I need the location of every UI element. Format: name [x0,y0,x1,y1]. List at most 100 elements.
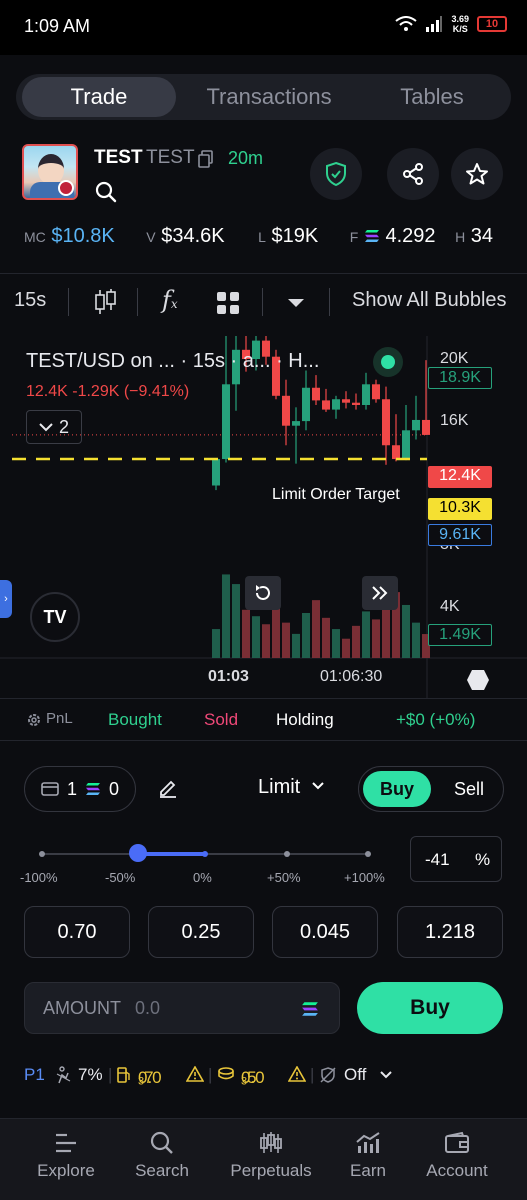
chevron-down-icon [39,422,53,431]
preset-amount-button[interactable]: 0.70 [24,906,130,958]
sell-toggle[interactable]: Sell [437,771,501,807]
volume-bar [282,622,290,658]
trade-settings-row[interactable]: P1 7% | 0.0 3 7 | 0.0 3 5 | Off [0,1062,527,1090]
signal-icon [426,16,443,32]
coin-stack-icon [218,1067,234,1080]
collapse-indicators-button[interactable]: 2 [26,410,82,444]
net-speed: 3.69 K/S [451,14,469,34]
settings-hexagon-icon[interactable] [466,669,490,691]
holders-label: H [455,229,466,245]
tab-trade[interactable]: Trade [22,77,176,117]
volume-bar [222,574,230,658]
tab-transactions[interactable]: Transactions [184,77,354,117]
nav-label: Perpetuals [230,1161,312,1180]
chevron-down-icon[interactable] [287,298,305,308]
chart-toolbar: 15s fx Show All Bubbles [0,280,527,326]
search-icon[interactable] [95,181,117,203]
copy-icon[interactable] [198,150,214,168]
nav-perpetuals[interactable]: Perpetuals [221,1131,321,1181]
volume-bar [312,600,320,658]
current-price-tag: 12.4K [428,466,492,488]
nav-account[interactable]: Account [407,1131,507,1181]
x-axis-label: 01:06:30 [320,668,383,685]
pnl-label[interactable]: PnL [46,710,73,727]
candle-body [292,421,300,426]
favorite-button[interactable] [451,148,503,200]
share-icon [403,163,423,185]
y-axis-label: 16K [440,412,469,429]
nav-label: Account [426,1161,488,1180]
live-indicator-icon [373,347,403,377]
side-panel-handle[interactable]: › [0,580,12,618]
price-chart[interactable]: TEST/USD on ... · 15s · a... · H... 12.4… [0,336,527,698]
volume-bar [212,629,220,658]
status-time: 1:09 AM [24,16,91,36]
volume-bar [352,625,360,658]
gear-icon[interactable] [26,712,42,728]
tradingview-logo: TV [30,592,80,642]
percent-value: -41 [425,850,450,869]
percent-slider-knob[interactable] [129,844,147,862]
candlestick-icon[interactable] [93,288,117,316]
preset-amount-button[interactable]: 1.218 [397,906,503,958]
candle-body [212,459,220,486]
share-button[interactable] [387,148,439,200]
slider-label: 0% [193,870,212,885]
wallet-selector[interactable]: 1 0 [24,766,136,812]
show-all-bubbles[interactable]: Show All Bubbles [352,289,507,312]
indicators-icon[interactable]: fx [162,286,178,314]
amount-field[interactable]: AMOUNT 0.0 [24,982,340,1034]
warning-icon [186,1066,204,1082]
token-name: TEST [94,147,143,168]
slider-label: +100% [344,870,385,885]
volume-bar [362,611,370,658]
liquidity-label: L [258,229,266,245]
chart-title: TEST/USD on ... · 15s · a... · H... [26,350,320,372]
percent-input[interactable]: -41 % [410,836,502,882]
token-avatar[interactable] [22,144,78,200]
volume-bar [342,638,350,658]
edit-icon[interactable] [158,778,178,798]
divider [0,740,527,741]
solana-icon [302,1002,318,1016]
nav-explore[interactable]: Explore [16,1131,116,1181]
nav-earn[interactable]: Earn [318,1131,418,1181]
slider-tick [39,851,45,857]
sol-balance: 0 [109,778,120,799]
nav-label: Search [135,1161,189,1180]
pnl-row: PnL Bought Sold Holding +$0 (+0%) [0,700,527,740]
security-button[interactable] [310,148,362,200]
y-axis-label: 4K [440,598,460,615]
volume-bar [262,624,270,658]
limit-price-tag: 10.3K [428,498,492,520]
tab-tables[interactable]: Tables [362,77,502,117]
chevron-down-icon [380,1071,392,1079]
interval-selector[interactable]: 15s [14,289,46,312]
volume-bar [292,633,300,658]
volume-bar [232,584,240,658]
profile-label[interactable]: P1 [24,1065,45,1085]
volume-bar [252,616,260,658]
divider [0,273,527,274]
mc-value: $10.8K [51,225,115,247]
amount-input[interactable]: 0.0 [135,998,160,1019]
reset-chart-button[interactable] [245,576,281,610]
scroll-to-latest-button[interactable] [362,576,398,610]
buy-toggle[interactable]: Buy [363,771,431,807]
preset-amount-button[interactable]: 0.25 [148,906,254,958]
volume-bar [322,617,330,658]
bought-label: Bought [108,710,162,729]
layout-grid-icon[interactable] [216,291,240,315]
candle-body [402,430,410,460]
chart-ohlc: 12.4K -1.29K (−9.41%) [26,383,190,400]
volume-value: $34.6K [161,225,225,247]
liquidity-value: $19K [271,225,319,247]
candle-body [352,402,360,405]
nav-search[interactable]: Search [112,1131,212,1181]
buy-button[interactable]: Buy [357,982,503,1034]
volume-bar [302,613,310,658]
order-type-dropdown[interactable]: Limit [258,776,324,799]
double-chevron-right-icon [372,586,388,600]
candle-body [322,400,330,410]
preset-amount-button[interactable]: 0.045 [272,906,378,958]
